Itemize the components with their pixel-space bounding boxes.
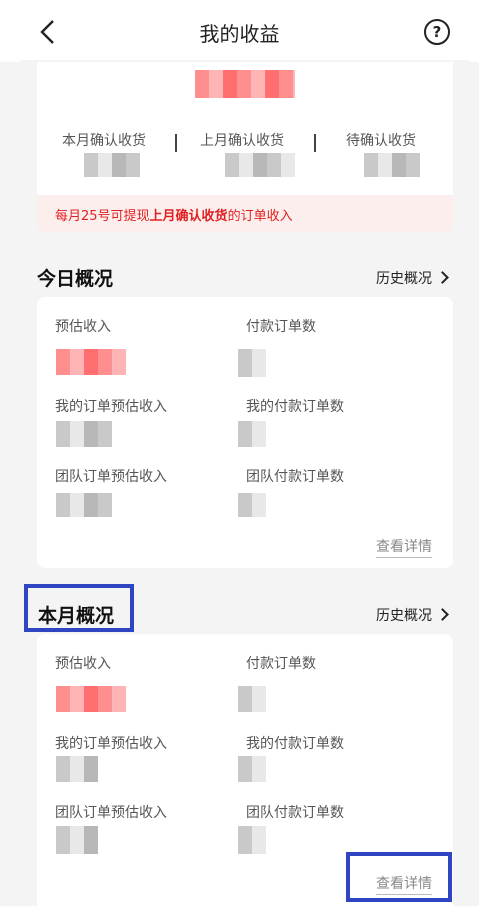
- this-month-confirmed-label: 本月确认收货: [62, 133, 146, 149]
- today-team-order-income-value: [56, 493, 112, 517]
- month-team-paid-orders-label: 团队付款订单数: [246, 805, 344, 821]
- today-paid-orders-value: [238, 349, 266, 377]
- today-view-details-link[interactable]: 查看详情: [376, 536, 432, 558]
- today-team-paid-orders-value: [238, 493, 266, 517]
- month-paid-orders-value: [238, 686, 266, 712]
- chevron-right-icon: [436, 271, 449, 284]
- total-income-value: [195, 70, 295, 98]
- month-team-order-income-value: [56, 826, 98, 854]
- last-month-confirmed-label: 上月确认收货: [200, 133, 284, 149]
- month-paid-orders-label: 付款订单数: [246, 656, 316, 672]
- today-team-paid-orders-label: 团队付款订单数: [246, 469, 344, 485]
- withdraw-notice: 每月25号可提现上月确认收货的订单收入: [37, 195, 453, 232]
- today-estimated-income-value: [56, 349, 126, 375]
- history-label: 历史概况: [376, 608, 432, 624]
- pending-confirm-value: [364, 153, 420, 177]
- last-month-confirmed-value: [225, 153, 295, 177]
- today-team-order-income-label: 团队订单预估收入: [55, 469, 167, 485]
- month-my-paid-orders-label: 我的付款订单数: [246, 736, 344, 752]
- today-overview-title: 今日概况: [37, 268, 114, 290]
- today-my-order-income-value: [56, 421, 112, 447]
- notice-suffix: 的订单收入: [227, 209, 293, 224]
- today-my-order-income-label: 我的订单预估收入: [55, 399, 167, 415]
- page-title: 我的收益: [199, 22, 280, 46]
- pending-confirm-label: 待确认收货: [346, 133, 416, 149]
- month-history-link[interactable]: 历史概况: [376, 605, 449, 625]
- top-bar: 我的收益 ?: [0, 0, 479, 62]
- this-month-confirmed-value: [84, 153, 140, 177]
- month-estimated-income-label: 预估收入: [55, 656, 111, 672]
- month-title-highlight-box: [24, 584, 134, 632]
- today-paid-orders-label: 付款订单数: [246, 319, 316, 335]
- notice-prefix: 每月25号可提现: [55, 209, 150, 224]
- month-estimated-income-value: [56, 686, 126, 712]
- chevron-right-icon: [436, 608, 449, 621]
- today-history-link[interactable]: 历史概况: [376, 268, 449, 288]
- notice-highlight: 上月确认收货: [149, 209, 228, 224]
- today-my-paid-orders-value: [238, 421, 266, 447]
- month-team-order-income-label: 团队订单预估收入: [55, 805, 167, 821]
- month-my-order-income-value: [56, 756, 98, 782]
- today-my-paid-orders-label: 我的付款订单数: [246, 399, 344, 415]
- history-label: 历史概况: [376, 271, 432, 287]
- help-circle-icon[interactable]: ?: [424, 19, 450, 45]
- summary-divider: [314, 134, 316, 152]
- month-my-order-income-label: 我的订单预估收入: [55, 736, 167, 752]
- summary-divider: [175, 134, 177, 152]
- month-team-paid-orders-value: [238, 826, 266, 854]
- month-my-paid-orders-value: [238, 756, 266, 782]
- today-estimated-income-label: 预估收入: [55, 319, 111, 335]
- month-detail-highlight-box: [346, 852, 452, 902]
